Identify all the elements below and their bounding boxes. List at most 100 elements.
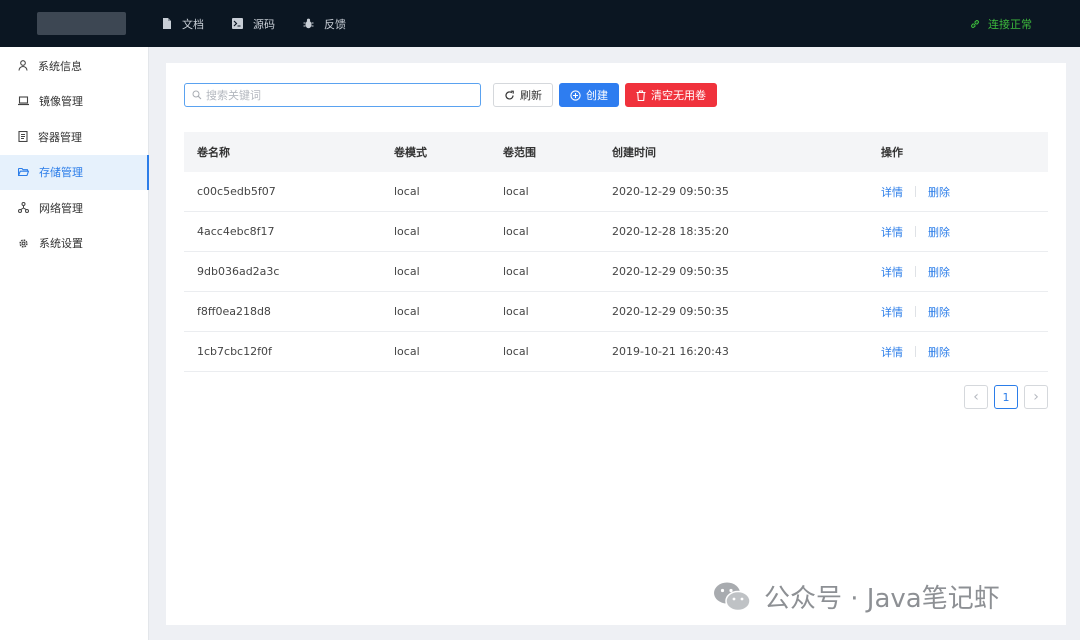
top-nav: 文档 源码 反馈 <box>162 0 374 47</box>
refresh-icon <box>505 90 514 100</box>
delete-link[interactable]: 删除 <box>928 224 950 240</box>
sidebar-item-label: 存储管理 <box>39 166 83 180</box>
search-box[interactable] <box>184 83 481 107</box>
delete-link[interactable]: 删除 <box>928 304 950 320</box>
watermark-text: 公众号 · Java笔记虾 <box>764 584 1000 614</box>
topnav-label: 文档 <box>182 17 204 31</box>
volume-name: 4acc4ebc8f17 <box>197 225 275 238</box>
detail-link[interactable]: 详情 <box>881 224 903 240</box>
row-actions: 详情 删除 <box>881 224 950 240</box>
search-input[interactable] <box>206 88 466 102</box>
trash-icon <box>636 89 646 101</box>
sidebar-item-settings[interactable]: 系统设置 <box>0 226 148 262</box>
volume-mode: local <box>394 305 420 318</box>
top-bar: 文档 源码 反馈 连接正常 <box>0 0 1080 47</box>
action-divider <box>915 346 916 357</box>
app-logo[interactable] <box>37 12 126 35</box>
sidebar-item-label: 容器管理 <box>38 130 82 144</box>
sidebar-item-images[interactable]: 镜像管理 <box>0 84 148 120</box>
clear-button-label: 清空无用卷 <box>651 89 706 102</box>
table-row: 9db036ad2a3c local local 2020-12-29 09:5… <box>184 252 1048 292</box>
action-divider <box>915 306 916 317</box>
sidebar-item-label: 网络管理 <box>39 201 83 215</box>
next-page-button[interactable]: › <box>1024 385 1048 409</box>
volume-scope: local <box>503 265 529 278</box>
volume-mode: local <box>394 345 420 358</box>
sidebar-item-label: 镜像管理 <box>39 95 83 109</box>
header-volume-name: 卷名称 <box>197 146 230 159</box>
row-actions: 详情 删除 <box>881 184 950 200</box>
sidebar-item-containers[interactable]: 容器管理 <box>0 119 148 155</box>
document-icon <box>163 18 171 29</box>
volume-name: c00c5edb5f07 <box>197 185 276 198</box>
action-divider <box>915 186 916 197</box>
header-volume-mode: 卷模式 <box>394 146 427 159</box>
delete-link[interactable]: 删除 <box>928 184 950 200</box>
sidebar-item-label: 系统设置 <box>39 237 83 251</box>
table-row: f8ff0ea218d8 local local 2020-12-29 09:5… <box>184 292 1048 332</box>
detail-link[interactable]: 详情 <box>881 344 903 360</box>
volume-name: f8ff0ea218d8 <box>197 305 271 318</box>
connection-status-text: 连接正常 <box>988 17 1032 31</box>
refresh-button-label: 刷新 <box>520 89 542 102</box>
volume-name: 9db036ad2a3c <box>197 265 280 278</box>
header-volume-scope: 卷范围 <box>503 146 536 159</box>
clear-unused-volumes-button[interactable]: 清空无用卷 <box>625 83 717 107</box>
volume-name: 1cb7cbc12f0f <box>197 345 272 358</box>
create-button-label: 创建 <box>586 89 608 102</box>
chevron-right-icon: › <box>1033 389 1039 405</box>
laptop-icon <box>18 96 29 106</box>
delete-link[interactable]: 删除 <box>928 264 950 280</box>
wechat-icon <box>714 582 751 611</box>
topnav-source[interactable]: 源码 <box>232 16 275 32</box>
search-icon <box>192 90 202 100</box>
volume-scope: local <box>503 225 529 238</box>
terminal-icon <box>232 18 243 29</box>
volume-created-time: 2020-12-29 09:50:35 <box>612 305 729 318</box>
refresh-button[interactable]: 刷新 <box>493 83 553 107</box>
delete-link[interactable]: 删除 <box>928 344 950 360</box>
file-icon <box>18 131 28 143</box>
topnav-label: 反馈 <box>324 17 346 31</box>
topnav-feedback[interactable]: 反馈 <box>303 16 346 32</box>
volume-created-time: 2020-12-28 18:35:20 <box>612 225 729 238</box>
table-header: 卷名称 卷模式 卷范围 创建时间 操作 <box>184 132 1048 172</box>
volume-scope: local <box>503 345 529 358</box>
folder-open-icon <box>18 168 29 177</box>
volume-scope: local <box>503 185 529 198</box>
volume-mode: local <box>394 185 420 198</box>
user-icon <box>18 60 28 71</box>
table-row: 4acc4ebc8f17 local local 2020-12-28 18:3… <box>184 212 1048 252</box>
table-row: c00c5edb5f07 local local 2020-12-29 09:5… <box>184 172 1048 212</box>
volume-table: 卷名称 卷模式 卷范围 创建时间 操作 c00c5edb5f07 local l… <box>184 132 1048 372</box>
volume-created-time: 2020-12-29 09:50:35 <box>612 185 729 198</box>
volume-mode: local <box>394 265 420 278</box>
volume-mode: local <box>394 225 420 238</box>
topnav-docs[interactable]: 文档 <box>162 16 204 32</box>
header-operations: 操作 <box>881 146 903 159</box>
volume-scope: local <box>503 305 529 318</box>
header-created-time: 创建时间 <box>612 146 656 159</box>
row-actions: 详情 删除 <box>881 344 950 360</box>
connection-status: 连接正常 <box>970 0 1032 47</box>
sidebar-item-label: 系统信息 <box>38 59 82 73</box>
detail-link[interactable]: 详情 <box>881 264 903 280</box>
table-row: 1cb7cbc12f0f local local 2019-10-21 16:2… <box>184 332 1048 372</box>
sidebar-item-system-info[interactable]: 系统信息 <box>0 48 148 84</box>
toolbar: 刷新 创建 清空无用卷 <box>184 83 717 107</box>
gear-icon <box>19 239 28 248</box>
row-actions: 详情 删除 <box>881 304 950 320</box>
prev-page-button[interactable]: ‹ <box>964 385 988 409</box>
volume-panel: 刷新 创建 清空无用卷 卷名称 卷模式 卷范围 创建时间 操作 c00c5edb… <box>166 63 1066 625</box>
create-button[interactable]: 创建 <box>559 83 619 107</box>
pagination: ‹ 1 › <box>958 385 1048 409</box>
sidebar: 系统信息 镜像管理 容器管理 存储管理 网络管理 系统设置 <box>0 47 149 640</box>
sidebar-item-network[interactable]: 网络管理 <box>0 190 148 226</box>
page-button-current[interactable]: 1 <box>994 385 1018 409</box>
detail-link[interactable]: 详情 <box>881 304 903 320</box>
detail-link[interactable]: 详情 <box>881 184 903 200</box>
network-icon <box>18 202 29 214</box>
sidebar-item-storage[interactable]: 存储管理 <box>0 154 149 190</box>
chevron-left-icon: ‹ <box>973 389 979 405</box>
topnav-label: 源码 <box>253 17 275 31</box>
